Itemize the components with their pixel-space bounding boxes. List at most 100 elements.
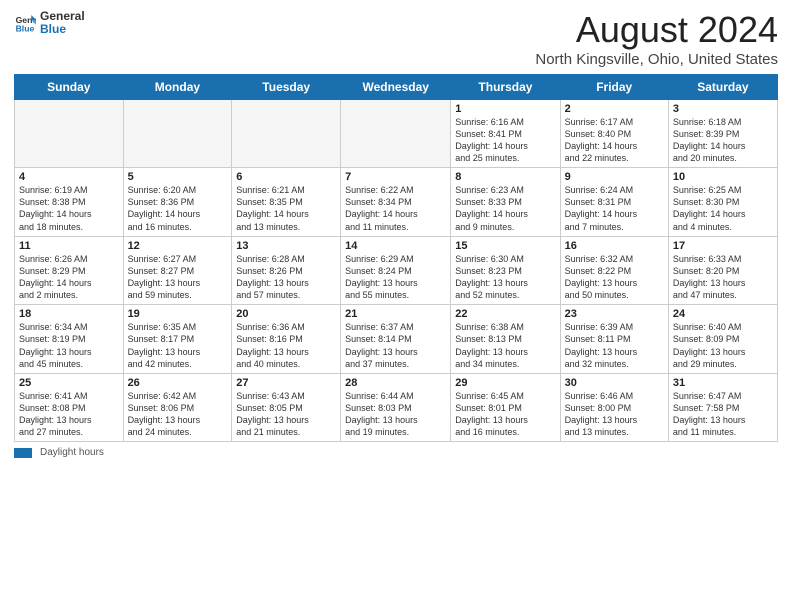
- col-header-wednesday: Wednesday: [341, 74, 451, 99]
- calendar-cell: 10Sunrise: 6:25 AM Sunset: 8:30 PM Dayli…: [668, 168, 777, 237]
- calendar-cell: 19Sunrise: 6:35 AM Sunset: 8:17 PM Dayli…: [123, 305, 232, 374]
- day-number: 4: [19, 171, 119, 183]
- day-info: Sunrise: 6:38 AM Sunset: 8:13 PM Dayligh…: [455, 321, 555, 370]
- calendar-week-3: 11Sunrise: 6:26 AM Sunset: 8:29 PM Dayli…: [15, 236, 778, 305]
- calendar-cell: 23Sunrise: 6:39 AM Sunset: 8:11 PM Dayli…: [560, 305, 668, 374]
- calendar-cell: 20Sunrise: 6:36 AM Sunset: 8:16 PM Dayli…: [232, 305, 341, 374]
- col-header-friday: Friday: [560, 74, 668, 99]
- calendar-cell: 13Sunrise: 6:28 AM Sunset: 8:26 PM Dayli…: [232, 236, 341, 305]
- day-number: 24: [673, 308, 773, 320]
- calendar-cell: 16Sunrise: 6:32 AM Sunset: 8:22 PM Dayli…: [560, 236, 668, 305]
- col-header-tuesday: Tuesday: [232, 74, 341, 99]
- calendar-cell: 7Sunrise: 6:22 AM Sunset: 8:34 PM Daylig…: [341, 168, 451, 237]
- calendar-cell: 1Sunrise: 6:16 AM Sunset: 8:41 PM Daylig…: [451, 99, 560, 168]
- day-info: Sunrise: 6:19 AM Sunset: 8:38 PM Dayligh…: [19, 184, 119, 233]
- calendar-cell: 8Sunrise: 6:23 AM Sunset: 8:33 PM Daylig…: [451, 168, 560, 237]
- calendar-week-1: 1Sunrise: 6:16 AM Sunset: 8:41 PM Daylig…: [15, 99, 778, 168]
- day-info: Sunrise: 6:42 AM Sunset: 8:06 PM Dayligh…: [128, 390, 228, 439]
- day-info: Sunrise: 6:29 AM Sunset: 8:24 PM Dayligh…: [345, 253, 446, 302]
- logo-icon: General Blue: [14, 12, 36, 34]
- day-number: 20: [236, 308, 336, 320]
- col-header-saturday: Saturday: [668, 74, 777, 99]
- calendar-cell: 3Sunrise: 6:18 AM Sunset: 8:39 PM Daylig…: [668, 99, 777, 168]
- calendar-week-4: 18Sunrise: 6:34 AM Sunset: 8:19 PM Dayli…: [15, 305, 778, 374]
- logo-line2: Blue: [40, 23, 85, 36]
- day-number: 9: [565, 171, 664, 183]
- calendar-cell: 25Sunrise: 6:41 AM Sunset: 8:08 PM Dayli…: [15, 373, 124, 442]
- day-number: 14: [345, 240, 446, 252]
- calendar-cell: 14Sunrise: 6:29 AM Sunset: 8:24 PM Dayli…: [341, 236, 451, 305]
- calendar-week-2: 4Sunrise: 6:19 AM Sunset: 8:38 PM Daylig…: [15, 168, 778, 237]
- day-number: 30: [565, 377, 664, 389]
- calendar-cell: 12Sunrise: 6:27 AM Sunset: 8:27 PM Dayli…: [123, 236, 232, 305]
- calendar-cell: 31Sunrise: 6:47 AM Sunset: 7:58 PM Dayli…: [668, 373, 777, 442]
- day-number: 21: [345, 308, 446, 320]
- day-number: 8: [455, 171, 555, 183]
- day-info: Sunrise: 6:23 AM Sunset: 8:33 PM Dayligh…: [455, 184, 555, 233]
- day-number: 18: [19, 308, 119, 320]
- daylight-bar-icon: [14, 448, 32, 458]
- day-info: Sunrise: 6:30 AM Sunset: 8:23 PM Dayligh…: [455, 253, 555, 302]
- calendar-cell: 30Sunrise: 6:46 AM Sunset: 8:00 PM Dayli…: [560, 373, 668, 442]
- calendar-cell: [341, 99, 451, 168]
- day-number: 11: [19, 240, 119, 252]
- header: General Blue General Blue August 2024 No…: [14, 10, 778, 68]
- day-number: 2: [565, 103, 664, 115]
- day-info: Sunrise: 6:46 AM Sunset: 8:00 PM Dayligh…: [565, 390, 664, 439]
- day-number: 10: [673, 171, 773, 183]
- day-number: 12: [128, 240, 228, 252]
- day-number: 26: [128, 377, 228, 389]
- day-info: Sunrise: 6:21 AM Sunset: 8:35 PM Dayligh…: [236, 184, 336, 233]
- day-info: Sunrise: 6:28 AM Sunset: 8:26 PM Dayligh…: [236, 253, 336, 302]
- day-info: Sunrise: 6:45 AM Sunset: 8:01 PM Dayligh…: [455, 390, 555, 439]
- day-number: 28: [345, 377, 446, 389]
- day-info: Sunrise: 6:34 AM Sunset: 8:19 PM Dayligh…: [19, 321, 119, 370]
- day-number: 31: [673, 377, 773, 389]
- day-info: Sunrise: 6:25 AM Sunset: 8:30 PM Dayligh…: [673, 184, 773, 233]
- calendar-cell: 15Sunrise: 6:30 AM Sunset: 8:23 PM Dayli…: [451, 236, 560, 305]
- calendar-cell: 24Sunrise: 6:40 AM Sunset: 8:09 PM Dayli…: [668, 305, 777, 374]
- calendar-week-5: 25Sunrise: 6:41 AM Sunset: 8:08 PM Dayli…: [15, 373, 778, 442]
- day-number: 3: [673, 103, 773, 115]
- day-info: Sunrise: 6:39 AM Sunset: 8:11 PM Dayligh…: [565, 321, 664, 370]
- calendar-table: SundayMondayTuesdayWednesdayThursdayFrid…: [14, 74, 778, 443]
- calendar-cell: [232, 99, 341, 168]
- day-info: Sunrise: 6:22 AM Sunset: 8:34 PM Dayligh…: [345, 184, 446, 233]
- day-number: 15: [455, 240, 555, 252]
- day-info: Sunrise: 6:43 AM Sunset: 8:05 PM Dayligh…: [236, 390, 336, 439]
- calendar-footer: Daylight hours: [14, 447, 778, 458]
- calendar-cell: 18Sunrise: 6:34 AM Sunset: 8:19 PM Dayli…: [15, 305, 124, 374]
- day-number: 17: [673, 240, 773, 252]
- logo: General Blue General Blue: [14, 10, 85, 36]
- day-info: Sunrise: 6:40 AM Sunset: 8:09 PM Dayligh…: [673, 321, 773, 370]
- day-info: Sunrise: 6:33 AM Sunset: 8:20 PM Dayligh…: [673, 253, 773, 302]
- day-info: Sunrise: 6:27 AM Sunset: 8:27 PM Dayligh…: [128, 253, 228, 302]
- title-block: August 2024 North Kingsville, Ohio, Unit…: [535, 10, 778, 68]
- day-number: 23: [565, 308, 664, 320]
- col-header-monday: Monday: [123, 74, 232, 99]
- calendar-cell: 27Sunrise: 6:43 AM Sunset: 8:05 PM Dayli…: [232, 373, 341, 442]
- day-number: 19: [128, 308, 228, 320]
- day-info: Sunrise: 6:37 AM Sunset: 8:14 PM Dayligh…: [345, 321, 446, 370]
- day-number: 22: [455, 308, 555, 320]
- day-info: Sunrise: 6:47 AM Sunset: 7:58 PM Dayligh…: [673, 390, 773, 439]
- calendar-cell: 2Sunrise: 6:17 AM Sunset: 8:40 PM Daylig…: [560, 99, 668, 168]
- calendar-cell: [123, 99, 232, 168]
- calendar-title: August 2024: [535, 10, 778, 50]
- day-number: 29: [455, 377, 555, 389]
- day-number: 27: [236, 377, 336, 389]
- page-container: General Blue General Blue August 2024 No…: [0, 0, 792, 464]
- day-number: 13: [236, 240, 336, 252]
- calendar-cell: 28Sunrise: 6:44 AM Sunset: 8:03 PM Dayli…: [341, 373, 451, 442]
- day-number: 25: [19, 377, 119, 389]
- day-info: Sunrise: 6:20 AM Sunset: 8:36 PM Dayligh…: [128, 184, 228, 233]
- day-number: 16: [565, 240, 664, 252]
- calendar-cell: 6Sunrise: 6:21 AM Sunset: 8:35 PM Daylig…: [232, 168, 341, 237]
- day-info: Sunrise: 6:44 AM Sunset: 8:03 PM Dayligh…: [345, 390, 446, 439]
- day-info: Sunrise: 6:26 AM Sunset: 8:29 PM Dayligh…: [19, 253, 119, 302]
- day-info: Sunrise: 6:41 AM Sunset: 8:08 PM Dayligh…: [19, 390, 119, 439]
- calendar-cell: 9Sunrise: 6:24 AM Sunset: 8:31 PM Daylig…: [560, 168, 668, 237]
- day-info: Sunrise: 6:17 AM Sunset: 8:40 PM Dayligh…: [565, 116, 664, 165]
- day-number: 6: [236, 171, 336, 183]
- calendar-cell: 17Sunrise: 6:33 AM Sunset: 8:20 PM Dayli…: [668, 236, 777, 305]
